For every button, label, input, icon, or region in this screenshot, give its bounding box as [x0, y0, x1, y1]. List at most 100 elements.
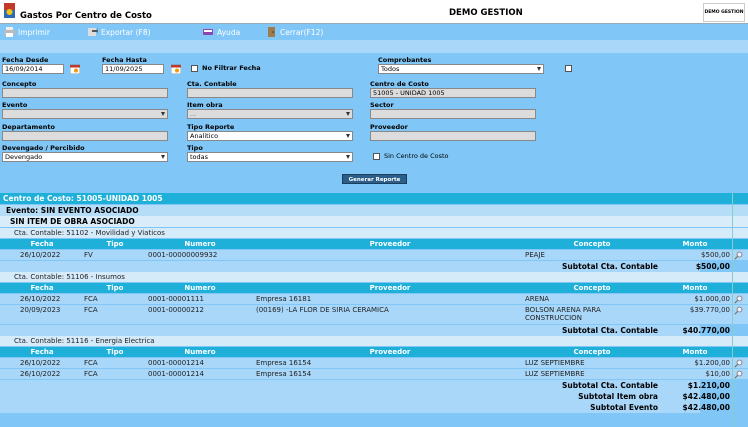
fecha-desde-label: Fecha Desde — [2, 56, 49, 64]
concepto-input[interactable] — [2, 88, 168, 98]
app-window: { "header": { "title": "Gastos Por Centr… — [0, 0, 748, 427]
cell-proveedor: Empresa 16154 — [256, 359, 312, 367]
cell-fecha: 26/10/2022 — [20, 359, 61, 367]
calendar-hasta-icon[interactable] — [171, 64, 181, 74]
toolbar: Imprimir Exportar (F8) Ayuda Cerrar(F12) — [0, 24, 748, 40]
sin-centro-checkbox[interactable] — [373, 153, 380, 160]
col-fecha-header: Fecha — [30, 348, 54, 356]
subtotal-value: $40.770,00 — [682, 326, 730, 335]
col-concepto-header: Concepto — [573, 240, 611, 248]
cell-fecha: 26/10/2022 — [20, 370, 61, 378]
fecha-hasta-input[interactable]: 11/09/2025 — [102, 64, 164, 74]
col-proveedor-header: Proveedor — [369, 348, 411, 356]
printer-icon — [4, 27, 15, 37]
subtotal-value: $42.480,00 — [682, 403, 730, 412]
cell-numero: 0001-00001214 — [148, 370, 204, 378]
col-numero-header: Numero — [184, 240, 216, 248]
export-button[interactable]: Exportar (F8) — [87, 26, 151, 38]
print-label: Imprimir — [18, 27, 50, 37]
col-monto-header: Monto — [682, 284, 708, 292]
table-row: 26/10/2022 FCA 0001-00001111 Empresa 16181 A… — [0, 294, 748, 304]
sector-label: Sector — [370, 101, 394, 109]
tipo-select[interactable]: todas — [187, 152, 353, 162]
subtotal-value: $42.480,00 — [682, 392, 730, 401]
cell-monto: $1.000,00 — [694, 295, 730, 303]
comprobantes-checkbox[interactable] — [565, 65, 572, 72]
magnifier-icon[interactable] — [734, 251, 743, 260]
sin-centro-label: Sin Centro de Costo — [384, 152, 449, 160]
comprobantes-label: Comprobantes — [378, 56, 432, 64]
subtotal-value: $1.210,00 — [687, 381, 730, 390]
col-proveedor-header: Proveedor — [369, 284, 411, 292]
cell-fecha: 20/09/2023 — [20, 306, 61, 314]
subtotal-label: Subtotal Evento — [590, 403, 658, 412]
col-tipo-header: Tipo — [106, 240, 124, 248]
col-numero-header: Numero — [184, 348, 216, 356]
cta-contable-input[interactable] — [187, 88, 353, 98]
cell-proveedor: Empresa 16181 — [256, 295, 312, 303]
no-filtrar-fecha-checkbox[interactable] — [191, 65, 198, 72]
col-concepto-header: Concepto — [573, 348, 611, 356]
subtotal-item-row: Subtotal Item obra $42.480,00 — [0, 391, 748, 402]
subtotal-label: Subtotal Cta. Contable — [562, 381, 658, 390]
cell-tipo: FCA — [84, 306, 98, 314]
subtotal-label: Subtotal Cta. Contable — [562, 262, 658, 271]
magnifier-icon[interactable] — [734, 295, 743, 304]
page-title: Gastos Por Centro de Costo — [20, 11, 152, 21]
sector-input[interactable] — [370, 109, 536, 119]
separator-band — [0, 40, 748, 53]
item-obra-label: Item obra — [187, 101, 223, 109]
departamento-input[interactable] — [2, 131, 168, 141]
company-name: DEMO GESTION — [449, 8, 523, 18]
proveedor-input[interactable] — [370, 131, 536, 141]
cell-numero: 0001-00001111 — [148, 295, 204, 303]
col-concepto-header: Concepto — [573, 284, 611, 292]
devengado-select[interactable]: Devengado — [2, 152, 168, 162]
cell-numero: 0001-00000009932 — [148, 251, 218, 259]
calendar-desde-icon[interactable] — [70, 64, 80, 74]
cell-tipo: FCA — [84, 370, 98, 378]
cell-tipo: FV — [84, 251, 93, 259]
table-row: 26/10/2022 FCA 0001-00001214 Empresa 16154 L… — [0, 358, 748, 368]
devengado-label: Devengado / Percibido — [2, 144, 85, 152]
cell-concepto: LUZ SEPTIEMBRE — [525, 359, 585, 367]
centro-costo-input[interactable]: 51005 - UNIDAD 1005 — [370, 88, 536, 98]
item-obra-header: SIN ITEM DE OBRA ASOCIADO — [0, 216, 748, 227]
col-fecha-header: Fecha — [30, 284, 54, 292]
cell-concepto-line2: CONSTRUCCION — [525, 314, 582, 322]
help-button[interactable]: Ayuda — [203, 26, 240, 38]
tipo-reporte-label: Tipo Reporte — [187, 123, 235, 131]
col-numero-header: Numero — [184, 284, 216, 292]
magnifier-icon[interactable] — [734, 359, 743, 368]
cell-tipo: FCA — [84, 295, 98, 303]
cell-fecha: 26/10/2022 — [20, 295, 61, 303]
tipo-reporte-select[interactable]: Analitico — [187, 131, 353, 141]
col-tipo-header: Tipo — [106, 284, 124, 292]
table-row: 26/10/2022 FCA 0001-00001214 Empresa 16154 L… — [0, 369, 748, 379]
fecha-desde-input[interactable]: 16/09/2014 — [2, 64, 64, 74]
print-button[interactable]: Imprimir — [4, 26, 50, 38]
evento-header: Evento: SIN EVENTO ASOCIADO — [0, 205, 748, 216]
col-monto-header: Monto — [682, 348, 708, 356]
centro-costo-label: Centro de Costo — [370, 80, 429, 88]
item-obra-select[interactable]: ... — [187, 109, 353, 119]
app-header: Gastos Por Centro de Costo DEMO GESTION … — [0, 0, 748, 24]
cell-concepto: ARENA — [525, 295, 550, 303]
generate-report-button[interactable]: Generar Reporte — [342, 174, 407, 184]
cell-monto: $1.200,00 — [694, 359, 730, 367]
comprobantes-select[interactable]: Todos — [378, 64, 544, 74]
no-filtrar-fecha-label: No Filtrar Fecha — [202, 64, 261, 72]
table-row: 20/09/2023 FCA 0001-00000212 (00169) -LA FL… — [0, 305, 748, 324]
subtotal-evento-row: Subtotal Evento $42.480,00 — [0, 402, 748, 413]
evento-select[interactable] — [2, 109, 168, 119]
magnifier-icon[interactable] — [734, 306, 743, 315]
cell-concepto: PEAJE — [525, 251, 545, 259]
cell-tipo: FCA — [84, 359, 98, 367]
col-tipo-header: Tipo — [106, 348, 124, 356]
column-header-row: Fecha Tipo Numero Proveedor Concepto Monto — [0, 347, 748, 357]
col-proveedor-header: Proveedor — [369, 240, 411, 248]
magnifier-icon[interactable] — [734, 370, 743, 379]
fecha-hasta-label: Fecha Hasta — [102, 56, 147, 64]
close-button[interactable]: Cerrar(F12) — [266, 26, 323, 38]
concepto-label: Concepto — [2, 80, 37, 88]
